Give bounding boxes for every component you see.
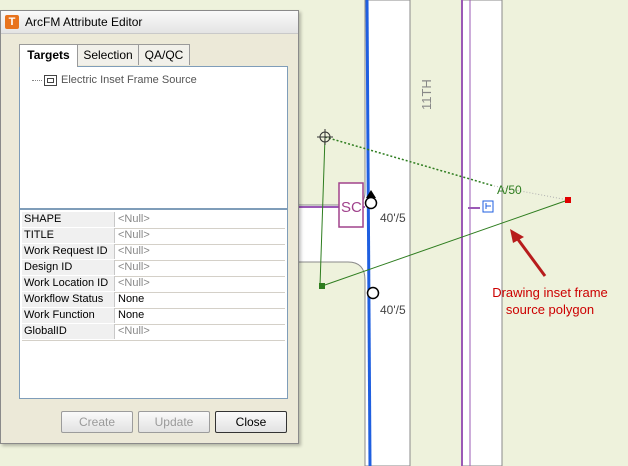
attribute-row[interactable]: Work Location ID <Null>	[22, 276, 285, 293]
attribute-value[interactable]: None	[118, 292, 283, 307]
tab-qaqc[interactable]: QA/QC	[138, 44, 190, 65]
transformer-label: A/50	[497, 183, 522, 197]
attribute-value[interactable]: <Null>	[118, 244, 283, 259]
road-11th	[461, 0, 503, 466]
tree-connector	[32, 79, 42, 81]
tree-node-label: Electric Inset Frame Source	[61, 74, 197, 86]
attribute-value[interactable]: None	[118, 308, 283, 323]
targets-tree[interactable]: Electric Inset Frame Source	[19, 66, 288, 209]
create-button[interactable]: Create	[61, 411, 133, 433]
transformer-icon[interactable]	[482, 200, 494, 213]
attribute-row[interactable]: SHAPE <Null>	[22, 212, 285, 229]
street-label: 11TH	[419, 79, 434, 110]
attribute-row[interactable]: Workflow Status None	[22, 292, 285, 309]
attribute-value[interactable]: <Null>	[118, 324, 283, 339]
attribute-row[interactable]: Work Function None	[22, 308, 285, 325]
span-label: 40'/5	[380, 303, 406, 317]
attribute-value[interactable]: <Null>	[118, 228, 283, 243]
attribute-editor-window: T ArcFM Attribute Editor Targets Selecti…	[0, 10, 299, 444]
attribute-name: TITLE	[22, 228, 115, 243]
vertex-handle[interactable]	[319, 283, 325, 289]
update-button[interactable]: Update	[138, 411, 210, 433]
attribute-row[interactable]: TITLE <Null>	[22, 228, 285, 245]
attribute-name: GlobalID	[22, 324, 115, 339]
attribute-row[interactable]: Design ID <Null>	[22, 260, 285, 277]
arcfm-app-icon: T	[5, 15, 19, 29]
attribute-row[interactable]: Work Request ID <Null>	[22, 244, 285, 261]
attribute-name: Workflow Status	[22, 292, 115, 307]
inset-frame-icon	[44, 74, 57, 86]
sc-symbol-label: SC	[341, 199, 362, 216]
annotation-line-1: Drawing inset frame	[492, 285, 608, 300]
title-bar[interactable]: T ArcFM Attribute Editor	[1, 11, 298, 34]
attribute-name: Work Function	[22, 308, 115, 323]
span-label: 40'/5	[380, 211, 406, 225]
close-button[interactable]: Close	[215, 411, 287, 433]
attribute-value[interactable]: <Null>	[118, 276, 283, 291]
pole-icon[interactable]	[364, 196, 378, 210]
attribute-value[interactable]: <Null>	[118, 260, 283, 275]
annotation-line-2: source polygon	[506, 302, 594, 317]
window-title: ArcFM Attribute Editor	[25, 15, 143, 29]
attribute-name: Work Location ID	[22, 276, 115, 291]
vertex-handle[interactable]	[565, 197, 571, 203]
attribute-row[interactable]: GlobalID <Null>	[22, 324, 285, 341]
attribute-name: Design ID	[22, 260, 115, 275]
tab-targets[interactable]: Targets	[19, 44, 78, 67]
attribute-name: SHAPE	[22, 212, 115, 227]
attribute-name: Work Request ID	[22, 244, 115, 259]
pole-icon[interactable]	[366, 286, 380, 300]
attribute-value[interactable]: <Null>	[118, 212, 283, 227]
tab-selection[interactable]: Selection	[77, 44, 139, 65]
tree-node[interactable]: Electric Inset Frame Source	[32, 73, 197, 87]
attribute-grid[interactable]: SHAPE <Null> TITLE <Null> Work Request ID <…	[19, 209, 288, 399]
